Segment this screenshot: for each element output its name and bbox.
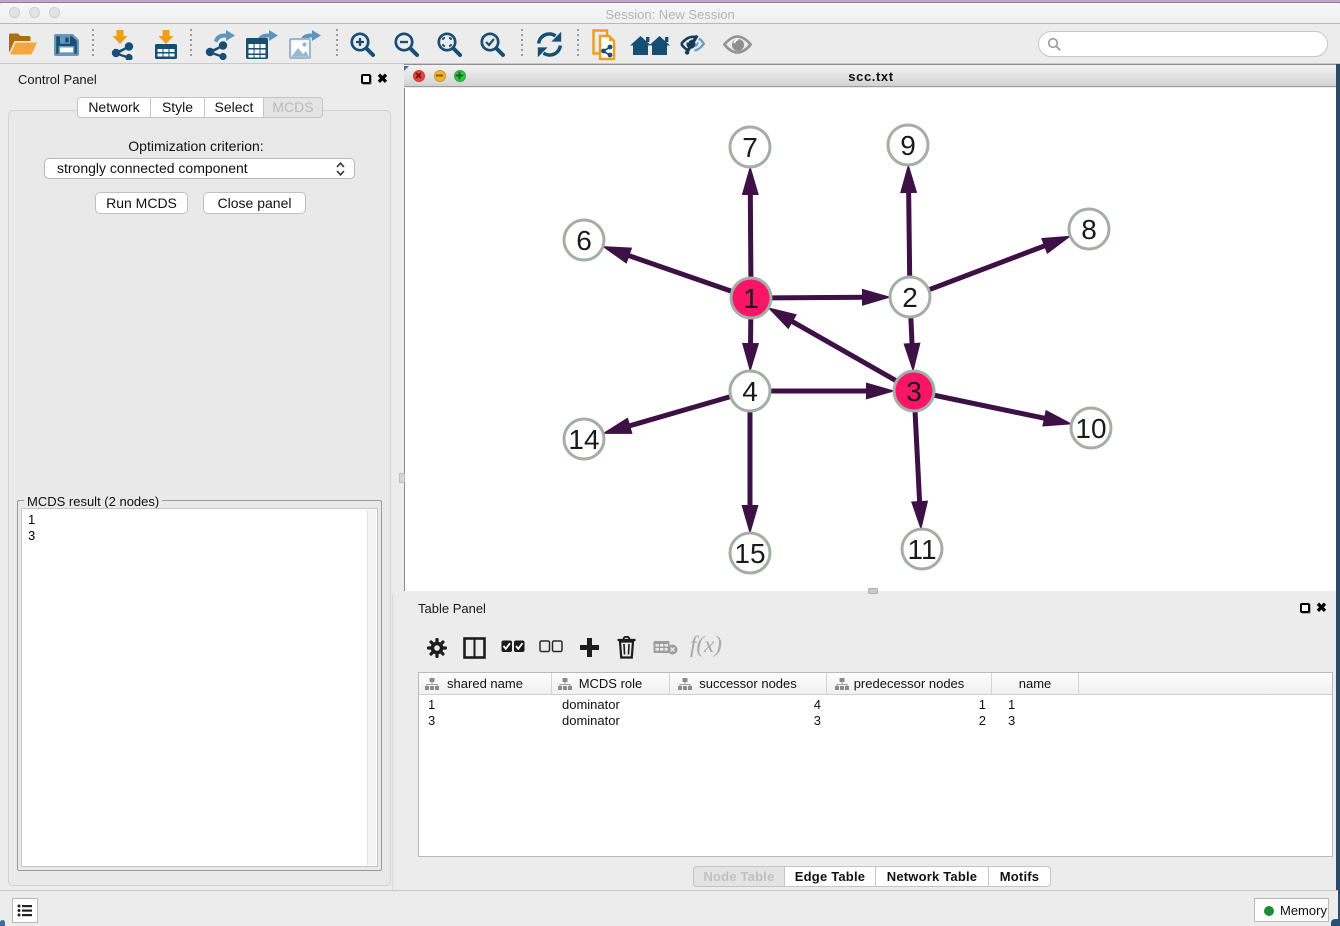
svg-text:10: 10 xyxy=(1075,413,1106,444)
svg-text:9: 9 xyxy=(900,130,916,161)
svg-text:2: 2 xyxy=(902,282,918,313)
svg-text:3: 3 xyxy=(906,376,922,407)
svg-text:11: 11 xyxy=(907,534,936,565)
svg-text:8: 8 xyxy=(1081,214,1097,245)
svg-text:1: 1 xyxy=(743,283,759,314)
svg-text:15: 15 xyxy=(734,538,765,569)
svg-text:6: 6 xyxy=(576,225,592,256)
svg-text:4: 4 xyxy=(742,376,758,407)
svg-text:7: 7 xyxy=(742,132,758,163)
svg-text:14: 14 xyxy=(568,424,599,455)
